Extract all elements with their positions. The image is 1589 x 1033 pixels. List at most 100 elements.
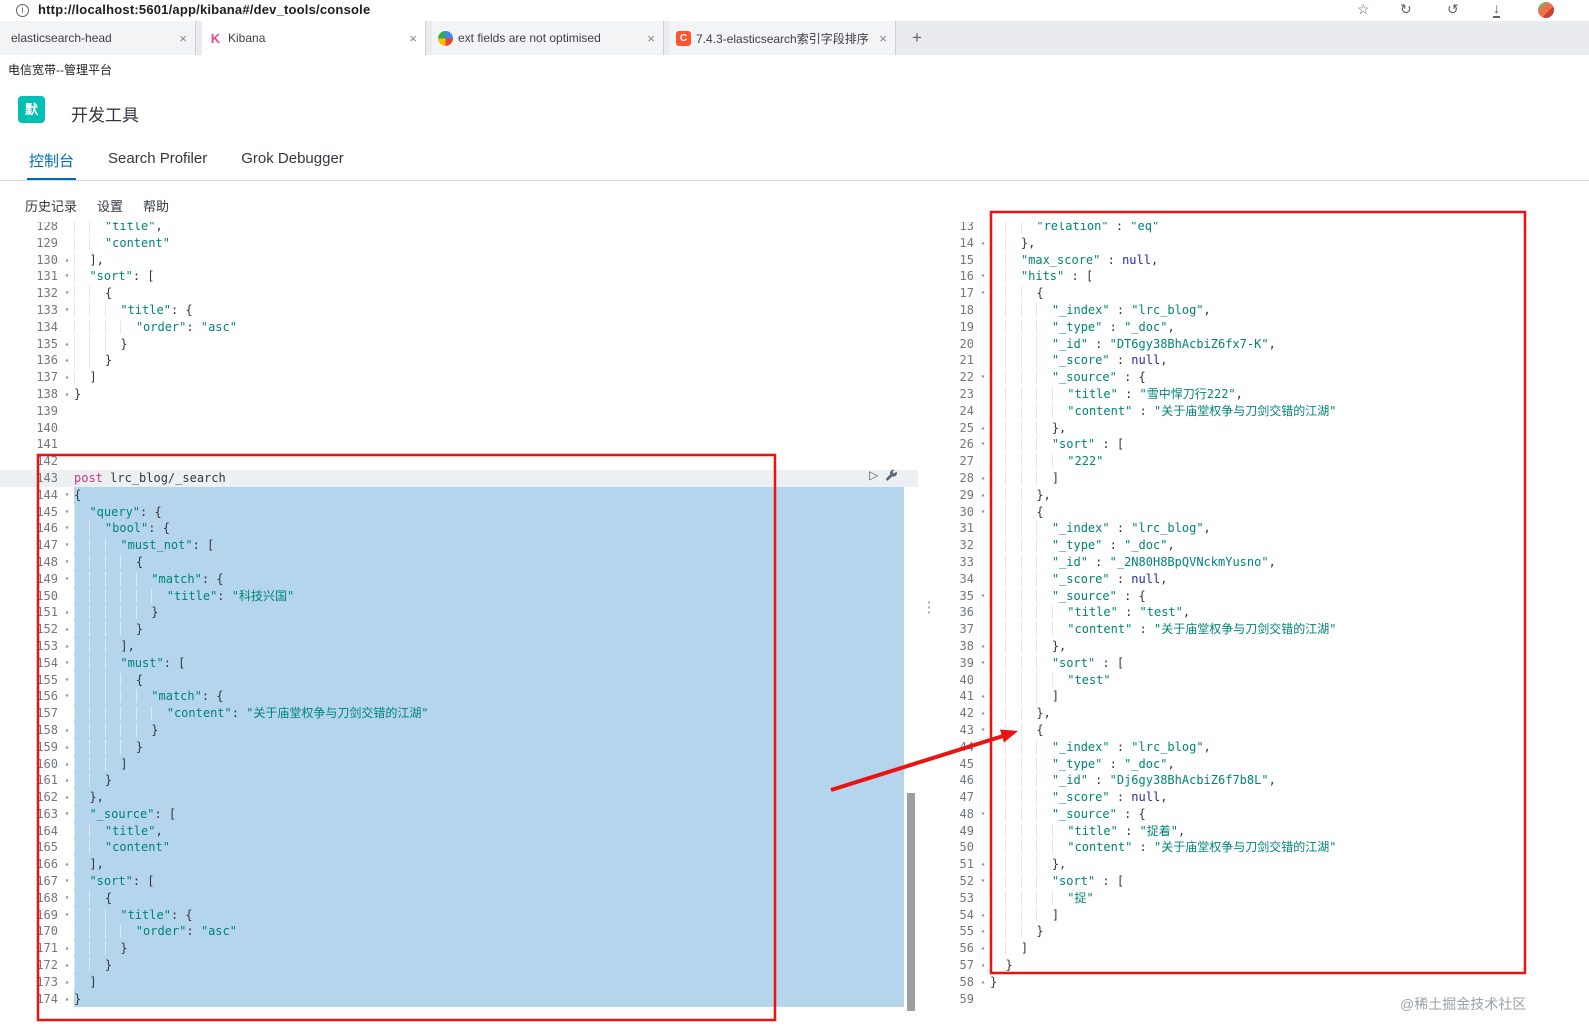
fold-toggle-icon[interactable]: ▾ [60, 672, 74, 689]
fold-toggle-icon[interactable]: ▾ [60, 571, 74, 588]
browser-tab-2[interactable]: ext fields are not optimised × [432, 21, 664, 55]
wrench-icon[interactable] [885, 469, 898, 482]
code-line-29[interactable]: 29 ▴ }, [946, 487, 1589, 504]
code-line-55[interactable]: 55 ▴ } [946, 923, 1589, 940]
fold-toggle-icon[interactable]: ▴ [976, 638, 990, 655]
tab-grok-debugger[interactable]: Grok Debugger [239, 140, 346, 180]
code-line-143[interactable]: 143 post lrc_blog/_search [0, 469, 918, 487]
fold-toggle-icon[interactable]: ▾ [60, 554, 74, 571]
code-line-146[interactable]: 146 ▾ "bool": { [0, 520, 918, 538]
code-line-166[interactable]: 166 ▴ ], [0, 856, 918, 874]
fold-toggle-icon[interactable]: ▾ [60, 504, 74, 521]
fold-toggle-icon[interactable]: ▴ [60, 756, 74, 773]
code-line-17[interactable]: 17 ▾ { [946, 285, 1589, 302]
code-line-155[interactable]: 155 ▾ { [0, 671, 918, 689]
code-line-39[interactable]: 39 ▾ "sort" : [ [946, 655, 1589, 672]
fold-toggle-icon[interactable]: ▴ [976, 420, 990, 437]
code-line-152[interactable]: 152 ▴ } [0, 621, 918, 638]
bookmark-item[interactable]: 电信宽带--管理平台 [8, 61, 112, 78]
fold-toggle-icon[interactable]: ▾ [976, 806, 990, 823]
fold-toggle-icon[interactable]: ▾ [976, 873, 990, 890]
code-line-159[interactable]: 159 ▴ } [0, 738, 918, 756]
code-line-134[interactable]: 134 "order": "asc" [0, 319, 918, 336]
fold-toggle-icon[interactable]: ▾ [60, 907, 74, 924]
code-line-14[interactable]: 14 ▴ }, [946, 235, 1589, 252]
code-line-57[interactable]: 57 ▴ } [946, 957, 1589, 974]
close-icon[interactable]: × [877, 31, 889, 46]
code-line-24[interactable]: 24 "content" : "关于庙堂权争与刀剑交错的江湖" [946, 403, 1589, 420]
code-line-44[interactable]: 44 "_index" : "lrc_blog", [946, 739, 1589, 756]
bookmark-star-icon[interactable]: ☆ [1357, 1, 1370, 18]
menu-help[interactable]: 帮助 [143, 196, 169, 215]
fold-toggle-icon[interactable]: ▾ [976, 285, 990, 302]
code-line-47[interactable]: 47 "_score" : null, [946, 789, 1589, 806]
new-tab-button[interactable]: + [902, 21, 932, 55]
code-line-147[interactable]: 147 ▾ "must_not": [ [0, 537, 918, 554]
code-line-54[interactable]: 54 ▴ ] [946, 907, 1589, 924]
code-line-157[interactable]: 157 "content": "关于庙堂权争与刀剑交错的江湖" [0, 705, 918, 722]
code-line-133[interactable]: 133 ▾ "title": { [0, 302, 918, 319]
code-line-131[interactable]: 131 ▾ "sort": [ [0, 268, 918, 285]
code-line-23[interactable]: 23 "title" : "雪中悍刀行222", [946, 386, 1589, 403]
code-line-27[interactable]: 27 "222" [946, 453, 1589, 470]
browser-address-bar[interactable]: i http://localhost:5601/app/kibana#/dev_… [0, 0, 1589, 21]
fold-toggle-icon[interactable]: ▴ [976, 974, 990, 991]
code-line-25[interactable]: 25 ▴ }, [946, 420, 1589, 437]
code-line-169[interactable]: 169 ▾ "title": { [0, 906, 918, 924]
download-icon[interactable]: ↓ [1493, 1, 1500, 18]
fold-toggle-icon[interactable]: ▴ [976, 940, 990, 957]
code-line-153[interactable]: 153 ▴ ], [0, 637, 918, 655]
code-line-38[interactable]: 38 ▴ }, [946, 638, 1589, 655]
code-line-137[interactable]: 137 ▴ ] [0, 369, 918, 386]
code-line-142[interactable]: 142 [0, 453, 918, 470]
code-line-30[interactable]: 30 ▾ { [946, 504, 1589, 521]
code-line-138[interactable]: 138 ▴} [0, 386, 918, 403]
menu-history[interactable]: 历史记录 [25, 196, 77, 215]
page-info-icon[interactable]: i [16, 4, 29, 17]
code-line-150[interactable]: 150 "title": "科技兴国" [0, 587, 918, 605]
fold-toggle-icon[interactable]: ▴ [976, 957, 990, 974]
code-line-18[interactable]: 18 "_index" : "lrc_blog", [946, 302, 1589, 319]
code-line-15[interactable]: 15 "max_score" : null, [946, 252, 1589, 269]
code-line-164[interactable]: 164 "title", [0, 822, 918, 840]
fold-toggle-icon[interactable]: ▴ [976, 235, 990, 252]
fold-toggle-icon[interactable]: ▴ [60, 336, 74, 353]
browser-tab-0[interactable]: elasticsearch-head × [0, 21, 196, 55]
code-line-156[interactable]: 156 ▾ "match": { [0, 688, 918, 706]
avatar[interactable] [1538, 2, 1554, 18]
fold-toggle-icon[interactable]: ▾ [976, 588, 990, 605]
code-line-171[interactable]: 171 ▴ } [0, 940, 918, 958]
code-line-46[interactable]: 46 "_id" : "Dj6gy38BhAcbiZ6f7b8L", [946, 772, 1589, 789]
code-line-149[interactable]: 149 ▾ "match": { [0, 570, 918, 588]
fold-toggle-icon[interactable]: ▾ [976, 268, 990, 285]
fold-toggle-icon[interactable]: ▴ [976, 923, 990, 940]
code-line-165[interactable]: 165 "content" [0, 839, 918, 857]
code-line-48[interactable]: 48 ▾ "_source" : { [946, 806, 1589, 823]
response-viewer[interactable]: 13 "relation" : "eq" 14 ▴ }, 15 "max_score"… [946, 222, 1589, 1033]
url-text[interactable]: http://localhost:5601/app/kibana#/dev_to… [38, 2, 370, 17]
fold-toggle-icon[interactable]: ▴ [976, 856, 990, 873]
code-line-37[interactable]: 37 "content" : "关于庙堂权争与刀剑交错的江湖" [946, 621, 1589, 638]
code-line-32[interactable]: 32 "_type" : "_doc", [946, 537, 1589, 554]
code-line-40[interactable]: 40 "test" [946, 672, 1589, 689]
fold-toggle-icon[interactable]: ▴ [976, 705, 990, 722]
code-line-58[interactable]: 58 ▴} [946, 974, 1589, 991]
fold-toggle-icon[interactable]: ▴ [976, 487, 990, 504]
tab-console[interactable]: 控制台 [27, 140, 77, 180]
code-line-21[interactable]: 21 "_score" : null, [946, 352, 1589, 369]
code-line-49[interactable]: 49 "title" : "捉着", [946, 823, 1589, 840]
code-line-26[interactable]: 26 ▾ "sort" : [ [946, 436, 1589, 453]
fold-toggle-icon[interactable]: ▴ [976, 688, 990, 705]
code-line-140[interactable]: 140 [0, 420, 918, 437]
tab-search-profiler[interactable]: Search Profiler [106, 140, 209, 180]
code-line-135[interactable]: 135 ▴ } [0, 336, 918, 353]
code-line-158[interactable]: 158 ▴ } [0, 721, 918, 739]
code-line-28[interactable]: 28 ▴ ] [946, 470, 1589, 487]
code-line-42[interactable]: 42 ▴ }, [946, 705, 1589, 722]
pane-splitter-handle[interactable]: ⋮ [921, 600, 937, 615]
code-line-128[interactable]: 128 "title", [0, 222, 918, 235]
code-line-16[interactable]: 16 ▾ "hits" : [ [946, 268, 1589, 285]
fold-toggle-icon[interactable]: ▴ [60, 252, 74, 269]
code-line-22[interactable]: 22 ▾ "_source" : { [946, 369, 1589, 386]
fold-toggle-icon[interactable]: ▾ [60, 655, 74, 672]
